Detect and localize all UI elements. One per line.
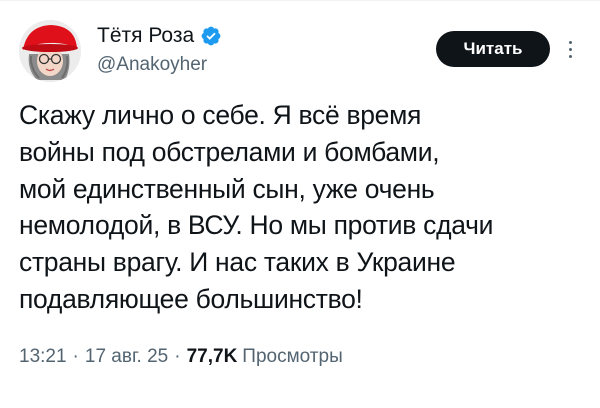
tweet-text-line: страны врагу. И нас таких в Украине: [19, 247, 456, 278]
verified-badge-icon: [201, 26, 221, 46]
author-name-row: Тётя Роза: [97, 22, 417, 50]
author-avatar[interactable]: [19, 20, 81, 82]
more-vertical-icon[interactable]: [562, 34, 580, 64]
tweet-text-line: Скажу лично о себе. Я всё время: [19, 100, 422, 130]
meta-separator: ·: [72, 346, 79, 367]
views-label[interactable]: Просмотры: [242, 344, 342, 370]
meta-separator: ·: [174, 346, 181, 367]
tweet-text-line: подавляющее большинство!: [19, 283, 363, 314]
author-block: Тётя Роза @Anakoyher: [97, 22, 417, 78]
tweet-meta: 13:21 · 17 авг. 25 · 77,7K Просмотры: [19, 344, 343, 370]
tweet-card: Тётя Роза @Anakoyher Читать Скажу лично …: [0, 0, 600, 408]
views-count[interactable]: 77,7K: [187, 344, 238, 370]
author-display-name[interactable]: Тётя Роза: [97, 22, 194, 50]
avatar-red-hat-woman-icon: [19, 20, 81, 82]
follow-button[interactable]: Читать: [436, 31, 550, 67]
tweet-text-line: мой единственный сын, уже очень: [19, 173, 435, 204]
tweet-date[interactable]: 17 авг. 25: [85, 344, 168, 370]
tweet-text-line: немолодой, в ВСУ. Но мы против сдачи: [19, 210, 494, 241]
tweet-time[interactable]: 13:21: [19, 344, 67, 370]
tweet-text: Скажу лично о себе. Я всё время войны по…: [19, 97, 579, 318]
tweet-text-line: войны под обстрелами и бомбами,: [19, 136, 440, 167]
author-handle[interactable]: @Anakoyher: [97, 52, 417, 78]
